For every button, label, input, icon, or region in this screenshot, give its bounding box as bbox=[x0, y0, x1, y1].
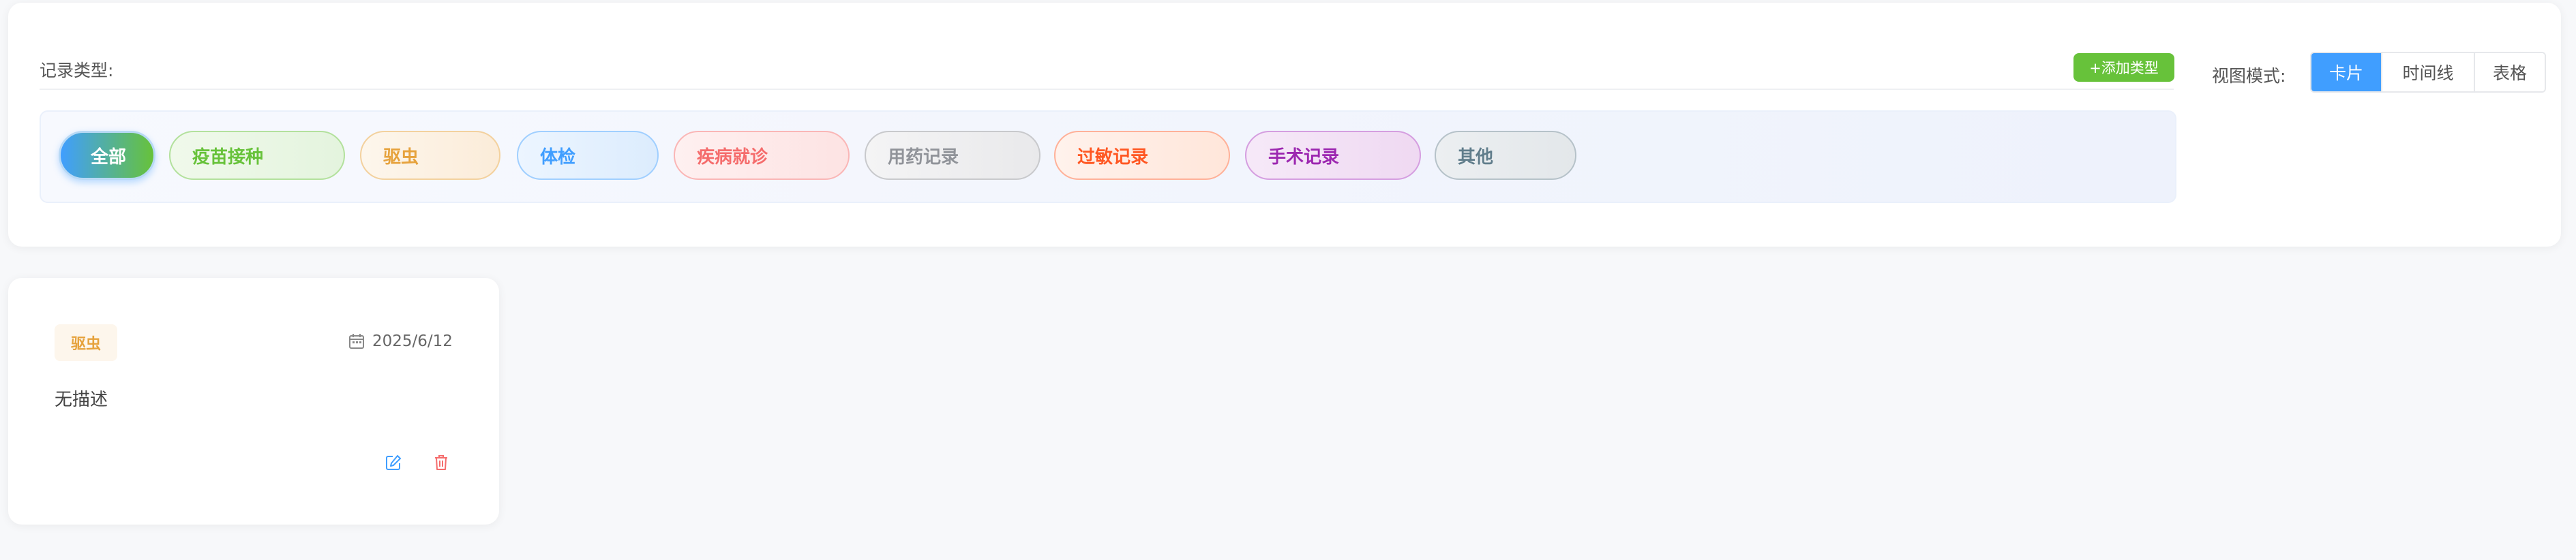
record-type-label: 记录类型: bbox=[40, 61, 114, 80]
chip-illness[interactable]: 疾病就诊 bbox=[674, 131, 850, 180]
trash-icon[interactable] bbox=[431, 452, 451, 473]
view-mode-table[interactable]: 表格 bbox=[2474, 53, 2545, 91]
calendar-icon bbox=[348, 332, 365, 350]
record-description: 无描述 bbox=[55, 390, 108, 410]
view-mode-card[interactable]: 卡片 bbox=[2311, 53, 2381, 91]
chip-other[interactable]: 其他 bbox=[1435, 131, 1576, 180]
chip-all[interactable]: 全部 bbox=[59, 131, 155, 180]
record-date-text: 2025/6/12 bbox=[372, 332, 453, 350]
view-mode-toggle: 卡片 时间线 表格 bbox=[2310, 52, 2546, 93]
chip-deworm[interactable]: 驱虫 bbox=[360, 131, 500, 180]
chip-vaccine[interactable]: 疫苗接种 bbox=[169, 131, 345, 180]
record-filter-panel: 记录类型: +添加类型 视图模式: 卡片 时间线 表格 全部 疫苗接种 驱虫 体… bbox=[8, 3, 2561, 247]
header-divider bbox=[40, 89, 2174, 90]
view-mode-timeline[interactable]: 时间线 bbox=[2381, 53, 2474, 91]
chip-allergy[interactable]: 过敏记录 bbox=[1054, 131, 1230, 180]
record-date: 2025/6/12 bbox=[348, 332, 453, 350]
chip-surgery[interactable]: 手术记录 bbox=[1245, 131, 1421, 180]
view-mode-label: 视图模式: bbox=[2212, 66, 2286, 86]
record-type-chips: 全部 疫苗接种 驱虫 体检 疾病就诊 用药记录 过敏记录 手术记录 其他 bbox=[40, 110, 2176, 203]
chip-checkup[interactable]: 体检 bbox=[517, 131, 659, 180]
edit-icon[interactable] bbox=[383, 452, 404, 473]
chip-medication[interactable]: 用药记录 bbox=[865, 131, 1040, 180]
record-type-tag: 驱虫 bbox=[55, 324, 117, 361]
add-type-button[interactable]: +添加类型 bbox=[2073, 53, 2174, 82]
record-card: 驱虫 2025/6/12 无描述 bbox=[8, 278, 499, 525]
